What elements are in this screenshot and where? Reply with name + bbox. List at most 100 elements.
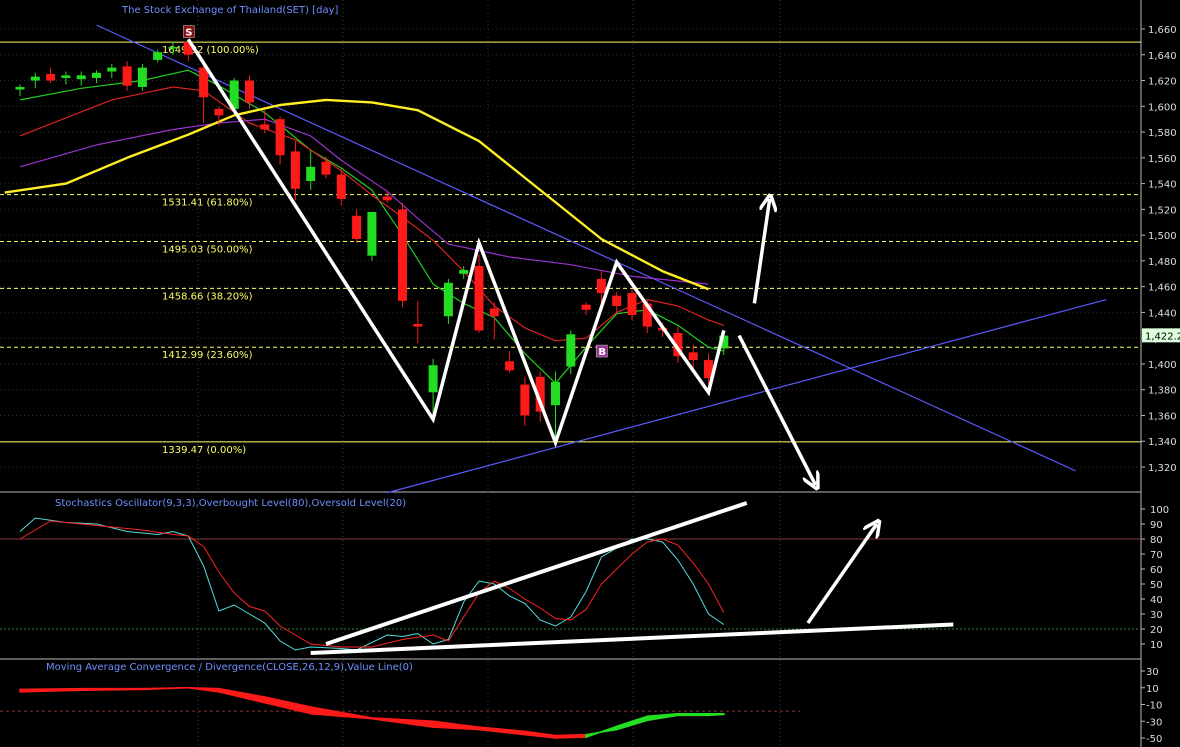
stoch-y-tick-label: 50 (1150, 580, 1163, 591)
macd-band-negative (19, 687, 82, 693)
y-tick-label: 1,640 (1148, 51, 1177, 62)
macd-band-negative (188, 687, 220, 693)
stochastics-panel-title: Stochastics Oscillator(9,3,3),Overbought… (55, 498, 406, 509)
y-tick-label: 1,360 (1148, 411, 1177, 422)
fibonacci-label: 1531.41 (61.80%) (162, 198, 253, 209)
fibonacci-label: 1458.66 (38.20%) (162, 291, 253, 302)
annotation-arrow (752, 199, 769, 304)
candle-down (382, 196, 392, 201)
candle-down (122, 66, 132, 86)
candle-down (612, 295, 622, 306)
macd-y-tick-label: -50 (1146, 734, 1162, 745)
moving-average-slow (19, 118, 709, 285)
stoch-y-tick-label: 60 (1150, 565, 1163, 576)
candle-down (260, 124, 270, 130)
candle-up (306, 166, 316, 182)
macd-band-negative (478, 726, 526, 736)
candle-up (15, 86, 25, 90)
macd-band-negative (554, 733, 587, 739)
y-tick-label: 1,440 (1148, 308, 1177, 319)
y-tick-label: 1,380 (1148, 386, 1177, 397)
macd-band-negative (371, 717, 434, 728)
stochastics-panel: Stochastics Oscillator(9,3,3),Overbought… (0, 498, 1141, 655)
macd-band-negative (80, 687, 144, 692)
y-tick-label: 1,540 (1148, 180, 1177, 191)
macd-panel: Moving Average Convergence / Divergence(… (0, 662, 800, 739)
candle-up (566, 334, 576, 367)
stoch-y-tick-label: 40 (1150, 595, 1163, 606)
macd-band-positive (646, 712, 679, 722)
candle-down (46, 74, 56, 81)
annotation-arrow (737, 334, 816, 485)
candle-down (596, 278, 606, 294)
candle-down (275, 119, 285, 156)
stoch-y-tick-label: 100 (1150, 505, 1169, 516)
candle-down (214, 108, 224, 116)
macd-band-positive (585, 725, 618, 739)
candle-up (61, 75, 71, 78)
candle-up (443, 282, 453, 317)
macd-band-positive (707, 712, 725, 717)
candle-up (107, 67, 117, 72)
trendline (387, 298, 1107, 494)
y-tick-label: 1,480 (1148, 257, 1177, 268)
candle-up (551, 381, 560, 406)
candle-down (290, 151, 300, 189)
y-tick-label: 1,500 (1148, 231, 1177, 242)
fibonacci-label: 1412.99 (23.60%) (162, 350, 253, 361)
candle-down (352, 215, 362, 239)
candle-down (245, 80, 254, 103)
candle-down (627, 293, 637, 315)
stoch-y-tick-label: 80 (1150, 535, 1163, 546)
chart-canvas: The Stock Exchange of Thailand(SET) [day… (0, 0, 1180, 747)
stoch-y-tick-label: 30 (1150, 610, 1163, 621)
y-tick-label: 1,520 (1148, 205, 1177, 216)
y-tick-label: 1,580 (1148, 128, 1177, 139)
signal-marker-label: B (598, 347, 606, 358)
macd-y-tick-label: 30 (1146, 667, 1159, 678)
macd-y-tick-label: -30 (1146, 717, 1162, 728)
signal-marker-label: S (185, 28, 192, 39)
stoch-y-tick-label: 20 (1150, 625, 1163, 636)
macd-y-tick-label: 10 (1146, 684, 1159, 695)
macd-band-negative (141, 687, 189, 691)
candle-up (459, 269, 469, 274)
candle-up (428, 365, 438, 393)
y-tick-label: 1,620 (1148, 77, 1177, 88)
stoch-y-tick-label: 90 (1150, 520, 1163, 531)
y-tick-label: 1,600 (1148, 102, 1177, 113)
candle-down (688, 352, 698, 361)
candle-up (30, 76, 40, 81)
candle-down (489, 308, 499, 317)
y-tick-label: 1,560 (1148, 154, 1177, 165)
candle-down (520, 384, 530, 416)
macd-band-negative (524, 730, 557, 739)
candle-up (153, 52, 163, 60)
macd-panel-title: Moving Average Convergence / Divergence(… (46, 662, 413, 673)
y-tick-label: 1,320 (1148, 463, 1177, 474)
price-panel-title: The Stock Exchange of Thailand(SET) [day… (121, 5, 338, 16)
annotation-line (325, 501, 748, 646)
y-axes: 1,3201,3401,3601,3801,4001,4201,4401,460… (1141, 25, 1180, 745)
fibonacci-label: 1649.82 (100.00%) (162, 45, 259, 56)
stoch-y-tick-label: 10 (1150, 640, 1163, 651)
candle-up (92, 72, 101, 78)
fibonacci-label: 1339.47 (0.00%) (162, 445, 246, 456)
candle-up (76, 75, 86, 80)
fibonacci-label: 1495.03 (50.00%) (162, 245, 253, 256)
candle-down (581, 304, 591, 310)
candle-up (367, 211, 377, 256)
macd-band-negative (432, 720, 480, 731)
candle-up (168, 47, 178, 49)
macd-band-positive (677, 712, 710, 717)
candle-up (137, 67, 147, 87)
candle-down (474, 266, 484, 331)
candle-down (413, 324, 423, 327)
candle-down (321, 161, 331, 175)
y-tick-label: 1,400 (1148, 360, 1177, 371)
candle-down (336, 174, 346, 200)
last-price-label: 1,422.2 (1145, 331, 1180, 342)
stoch-y-tick-label: 70 (1150, 550, 1163, 561)
candle-down (199, 67, 209, 98)
macd-band-negative (309, 706, 373, 720)
